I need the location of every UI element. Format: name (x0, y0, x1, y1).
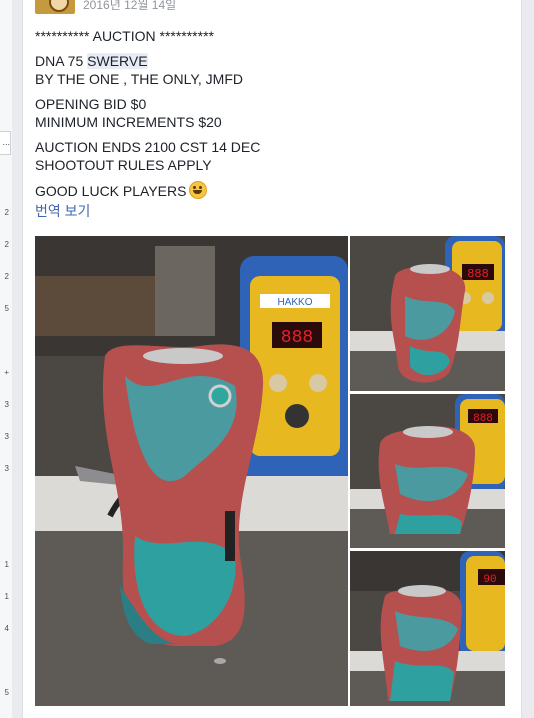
photo-grid: HAKKO 888 888 888 90 (35, 236, 505, 706)
sidebar-count[interactable]: 5 (0, 688, 9, 698)
sidebar-count[interactable]: 1 (0, 592, 9, 602)
photo-main[interactable]: HAKKO 888 (35, 236, 348, 706)
post-line-auction-title: ********** AUCTION ********** (35, 28, 214, 44)
sidebar-count[interactable]: 3 (0, 464, 9, 474)
post-line-good-luck: GOOD LUCK PLAYERS (35, 181, 505, 200)
station-display-text: 888 (473, 413, 493, 425)
sidebar-count[interactable]: + (0, 368, 9, 378)
post-line-maker: BY THE ONE , THE ONLY, JMFD (35, 71, 243, 87)
post-body: ********** AUCTION ********** DNA 75 SWE… (35, 27, 505, 220)
sidebar-count[interactable]: 2 (0, 208, 9, 218)
see-translation-link[interactable]: 번역 보기 (35, 202, 505, 220)
post-line-auction-end: AUCTION ENDS 2100 CST 14 DEC (35, 139, 261, 155)
photo-thumbnail-1[interactable]: 888 (350, 236, 505, 391)
sidebar-count[interactable]: 2 (0, 272, 9, 282)
photo-thumbnail-2[interactable]: 888 (350, 394, 505, 548)
post-line-device: DNA 75 SWERVE (35, 52, 505, 70)
station-display-text: 888 (467, 267, 489, 281)
post-line-opening-bid: OPENING BID $0 (35, 96, 147, 112)
sidebar-collapsed-box[interactable]: ... (0, 131, 11, 155)
feed-post: 2016년 12월 14일 ********** AUCTION *******… (22, 0, 522, 718)
post-header: 2016년 12월 14일 (35, 0, 515, 14)
station-display-text-partial: 90 (483, 574, 496, 586)
sidebar-count[interactable]: 3 (0, 432, 9, 442)
highlighted-word: SWERVE (87, 53, 148, 69)
sidebar-count[interactable]: 1 (0, 560, 9, 570)
sidebar-count[interactable]: 5 (0, 304, 9, 314)
post-line-increments: MINIMUM INCREMENTS $20 (35, 114, 222, 130)
station-display-text: 888 (281, 328, 313, 348)
post-timestamp[interactable]: 2016년 12월 14일 (83, 0, 176, 13)
sidebar-count[interactable]: 4 (0, 624, 9, 634)
sidebar-box-ellipsis: ... (2, 137, 10, 147)
left-sidebar-strip: ... 2 2 2 5 + 3 3 3 1 1 4 5 (0, 0, 12, 718)
sidebar-count[interactable]: 3 (0, 400, 9, 410)
device-text: DNA 75 (35, 53, 88, 69)
photo-thumbnail-3[interactable]: 90 (350, 551, 505, 706)
sidebar-count[interactable]: 2 (0, 240, 9, 250)
avatar[interactable] (35, 0, 75, 14)
good-luck-text: GOOD LUCK PLAYERS (35, 183, 187, 199)
grinning-face-emoji-icon (189, 181, 208, 199)
post-line-rules: SHOOTOUT RULES APPLY (35, 157, 212, 173)
avatar-face-icon (49, 0, 69, 12)
station-brand-label: HAKKO (277, 297, 312, 308)
